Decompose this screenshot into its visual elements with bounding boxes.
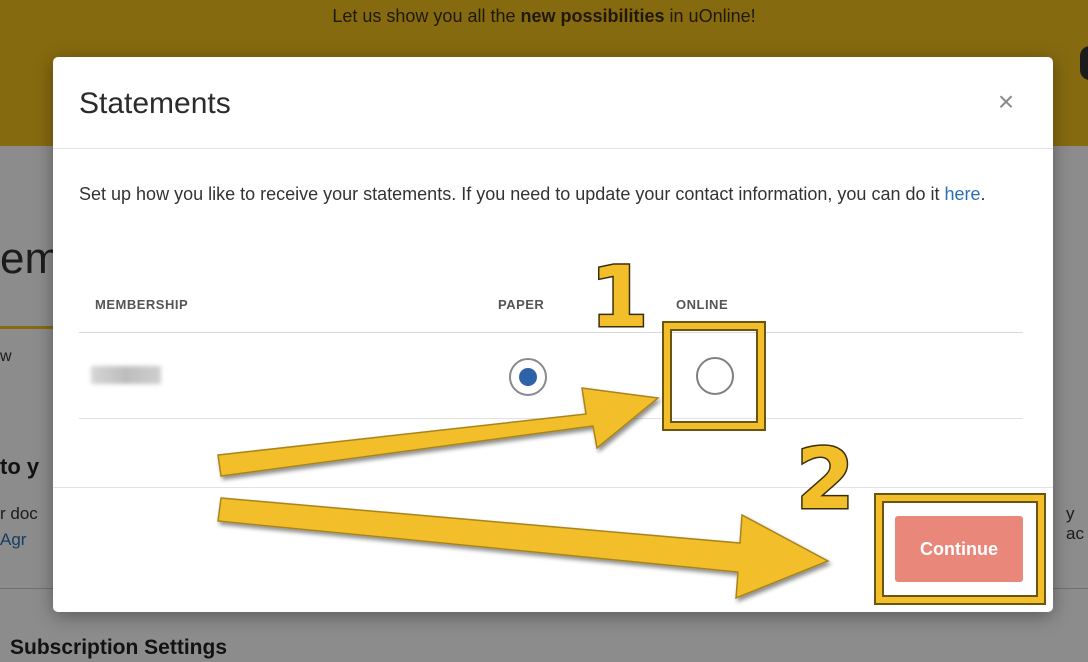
column-header-membership: MEMBERSHIP: [95, 297, 189, 312]
paper-radio[interactable]: [509, 358, 547, 396]
contact-info-link[interactable]: here: [945, 184, 981, 204]
table-row-divider: [79, 418, 1023, 419]
column-header-online: ONLINE: [676, 297, 729, 312]
modal-description: Set up how you like to receive your stat…: [79, 184, 986, 204]
radio-selected-icon: [519, 368, 537, 386]
table-header-divider: [79, 332, 1023, 333]
column-header-paper: PAPER: [498, 297, 545, 312]
membership-value-redacted: [91, 366, 161, 384]
step-number-1: 1: [588, 247, 649, 348]
modal-header-divider: [53, 148, 1053, 149]
highlight-online-radio: [664, 323, 764, 429]
modal-footer-divider: [53, 487, 1053, 488]
step-number-2: 2: [794, 429, 855, 530]
highlight-continue-button: [876, 495, 1044, 603]
modal-title: Statements: [79, 87, 231, 120]
close-icon[interactable]: ×: [991, 87, 1021, 117]
